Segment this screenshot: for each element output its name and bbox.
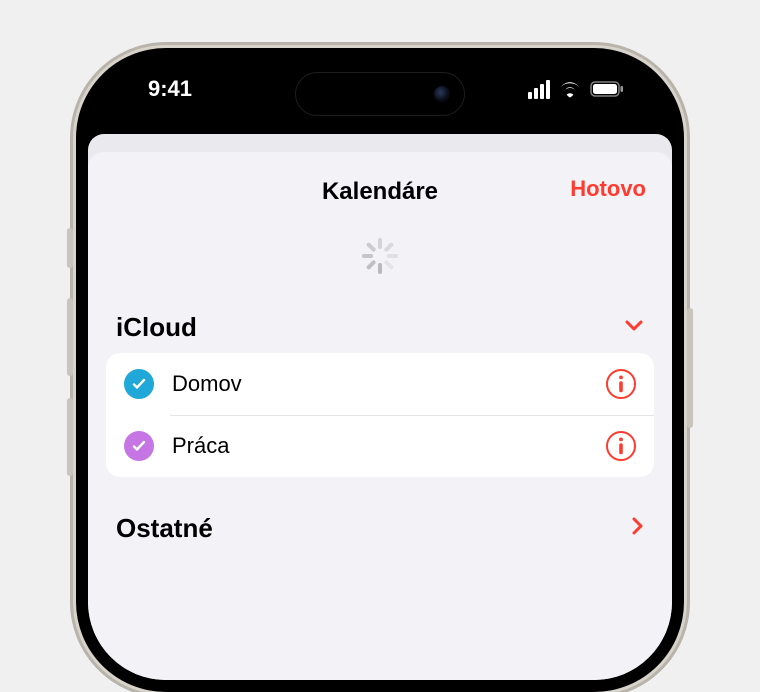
calendar-label: Práca: [172, 433, 588, 459]
info-button[interactable]: [606, 369, 636, 399]
front-camera: [434, 86, 450, 102]
volume-up-button: [67, 298, 73, 376]
chevron-right-icon: [630, 516, 644, 541]
section-icloud-header[interactable]: iCloud: [106, 304, 654, 353]
side-button: [67, 228, 73, 268]
dynamic-island: [295, 72, 465, 116]
sheet-header: Kalendáre Hotovo: [88, 172, 672, 212]
loading-spinner-icon: [362, 238, 398, 274]
sheet-title: Kalendáre: [322, 178, 438, 206]
section-other-header[interactable]: Ostatné: [106, 505, 654, 554]
section-icloud: iCloud Domov: [88, 304, 672, 477]
calendar-label: Domov: [172, 371, 588, 397]
info-button[interactable]: [606, 431, 636, 461]
sheet-backdrop: Kalendáre Hotovo iCloud: [88, 134, 672, 680]
screen: 9:41 Kalendáre Hotovo: [88, 60, 672, 680]
status-time: 9:41: [148, 76, 192, 102]
status-bar: 9:41: [88, 60, 672, 118]
calendar-row-praca[interactable]: Práca: [106, 415, 654, 477]
done-button[interactable]: Hotovo: [570, 176, 646, 202]
section-other-title: Ostatné: [116, 513, 213, 544]
checkmark-icon[interactable]: [124, 369, 154, 399]
cellular-icon: [528, 80, 550, 99]
chevron-down-icon: [624, 318, 644, 337]
icloud-calendar-list: Domov Práca: [106, 353, 654, 477]
section-other: Ostatné: [88, 505, 672, 554]
power-button: [687, 308, 693, 428]
battery-icon: [590, 81, 624, 97]
wifi-icon: [558, 80, 582, 98]
status-indicators: [528, 80, 624, 99]
calendars-sheet: Kalendáre Hotovo iCloud: [88, 152, 672, 680]
phone-frame: 9:41 Kalendáre Hotovo: [76, 48, 684, 692]
calendar-row-domov[interactable]: Domov: [106, 353, 654, 415]
volume-down-button: [67, 398, 73, 476]
section-icloud-title: iCloud: [116, 312, 197, 343]
checkmark-icon[interactable]: [124, 431, 154, 461]
